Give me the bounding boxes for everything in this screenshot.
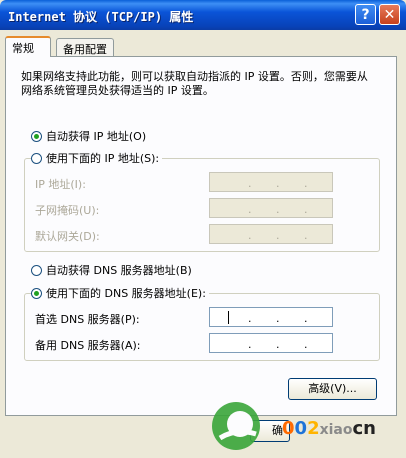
watermark-text: 002xiaocn xyxy=(282,418,376,439)
text-cursor xyxy=(228,311,229,324)
close-icon: ✕ xyxy=(383,7,396,23)
auto-dns-label: 自动获得 DNS 服务器地址(B) xyxy=(46,264,192,277)
manual-ip-radio[interactable]: 使用下面的 IP 地址(S): xyxy=(31,152,163,166)
help-button[interactable]: ? xyxy=(355,4,376,25)
tab-alternate-config[interactable]: 备用配置 xyxy=(56,38,114,56)
question-mark-icon: ? xyxy=(361,7,370,23)
window-title: Internet 协议 (TCP/IP) 属性 xyxy=(8,10,194,24)
title-bar[interactable]: Internet 协议 (TCP/IP) 属性 ? ✕ xyxy=(0,0,406,30)
subnet-mask-label: 子网掩码(U): xyxy=(35,204,100,217)
manual-dns-radio[interactable]: 使用下面的 DNS 服务器地址(E): xyxy=(31,287,209,301)
preferred-dns-input[interactable]: ... xyxy=(209,307,333,327)
alternate-dns-label: 备用 DNS 服务器(A): xyxy=(35,339,141,352)
default-gateway-label: 默认网关(D): xyxy=(35,230,100,243)
radio-empty-icon xyxy=(31,153,42,164)
watermark-logo-icon xyxy=(212,402,260,450)
default-gateway-input[interactable]: ... xyxy=(209,224,333,244)
ip-address-input[interactable]: ... xyxy=(209,172,333,192)
ip-address-label: IP 地址(I): xyxy=(35,178,86,191)
tab-general[interactable]: 常规 xyxy=(5,36,51,57)
radio-selected-icon xyxy=(31,288,42,299)
auto-ip-label: 自动获得 IP 地址(O) xyxy=(46,130,147,143)
alternate-dns-input[interactable]: ... xyxy=(209,333,333,353)
intro-text: 如果网络支持此功能，则可以获取自动指派的 IP 设置。否则，您需要从网络系统管理… xyxy=(21,70,368,97)
auto-dns-radio[interactable]: 自动获得 DNS 服务器地址(B) xyxy=(31,264,192,278)
radio-empty-icon xyxy=(31,265,42,276)
close-button[interactable]: ✕ xyxy=(379,4,400,25)
radio-selected-icon xyxy=(31,131,42,142)
advanced-button[interactable]: 高级(V)... xyxy=(288,378,377,400)
manual-dns-label: 使用下面的 DNS 服务器地址(E): xyxy=(46,287,206,300)
preferred-dns-label: 首选 DNS 服务器(P): xyxy=(35,313,140,326)
auto-ip-radio[interactable]: 自动获得 IP 地址(O) xyxy=(31,130,146,144)
subnet-mask-input[interactable]: ... xyxy=(209,198,333,218)
manual-ip-label: 使用下面的 IP 地址(S): xyxy=(46,152,160,165)
